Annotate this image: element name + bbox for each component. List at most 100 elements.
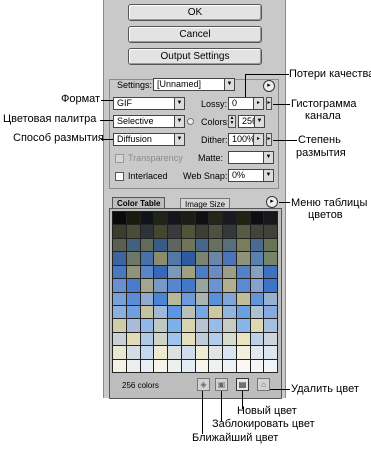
color-swatch[interactable] bbox=[168, 252, 181, 265]
color-swatch[interactable] bbox=[264, 279, 277, 292]
color-swatch[interactable] bbox=[154, 279, 167, 292]
color-swatch[interactable] bbox=[126, 332, 140, 346]
color-swatch[interactable] bbox=[113, 238, 126, 252]
color-swatch[interactable] bbox=[236, 319, 250, 332]
color-swatch[interactable] bbox=[264, 212, 277, 225]
color-swatch[interactable] bbox=[250, 359, 264, 372]
color-swatch[interactable] bbox=[209, 319, 222, 332]
color-swatch[interactable] bbox=[168, 346, 181, 359]
color-swatch[interactable] bbox=[168, 292, 181, 305]
color-swatch[interactable] bbox=[113, 279, 126, 292]
color-swatch[interactable] bbox=[250, 292, 264, 305]
color-swatch[interactable] bbox=[181, 346, 195, 359]
color-swatch[interactable] bbox=[168, 279, 181, 292]
transparency-checkbox[interactable] bbox=[115, 154, 124, 163]
color-swatch[interactable] bbox=[195, 319, 209, 332]
color-swatch[interactable] bbox=[181, 332, 195, 346]
color-swatch[interactable] bbox=[140, 346, 154, 359]
color-swatch[interactable] bbox=[154, 238, 167, 252]
color-swatch[interactable] bbox=[181, 292, 195, 305]
color-swatch[interactable] bbox=[264, 265, 277, 279]
color-swatch[interactable] bbox=[113, 292, 126, 305]
color-swatch[interactable] bbox=[195, 225, 209, 238]
color-swatch[interactable] bbox=[195, 252, 209, 265]
color-swatch[interactable] bbox=[140, 279, 154, 292]
color-swatch[interactable] bbox=[223, 359, 236, 372]
color-swatch[interactable] bbox=[236, 252, 250, 265]
ok-button[interactable]: OK bbox=[128, 4, 262, 21]
color-swatch[interactable] bbox=[140, 238, 154, 252]
slider-arrow-icon[interactable]: ▸ bbox=[253, 98, 263, 109]
color-swatch[interactable] bbox=[195, 305, 209, 319]
color-swatch[interactable] bbox=[168, 265, 181, 279]
color-swatch[interactable] bbox=[223, 346, 236, 359]
color-swatch[interactable] bbox=[250, 346, 264, 359]
color-swatch[interactable] bbox=[195, 238, 209, 252]
color-swatch[interactable] bbox=[113, 265, 126, 279]
lock-icon[interactable]: ▣ bbox=[215, 378, 228, 391]
color-swatch[interactable] bbox=[113, 212, 126, 225]
color-swatch[interactable] bbox=[209, 225, 222, 238]
colors-stepper[interactable]: ▲ ▼ bbox=[228, 115, 236, 128]
color-swatch[interactable] bbox=[236, 279, 250, 292]
color-swatch[interactable] bbox=[168, 238, 181, 252]
lossy-field[interactable]: 0 ▸ bbox=[228, 97, 264, 110]
histogram-toggle-icon[interactable]: ▸ bbox=[266, 97, 272, 110]
color-swatch[interactable] bbox=[264, 359, 277, 372]
color-swatch[interactable] bbox=[126, 279, 140, 292]
color-swatch[interactable] bbox=[154, 359, 167, 372]
color-swatch[interactable] bbox=[154, 212, 167, 225]
color-swatch[interactable] bbox=[154, 225, 167, 238]
color-swatch[interactable] bbox=[168, 305, 181, 319]
color-swatch[interactable] bbox=[264, 305, 277, 319]
color-swatch[interactable] bbox=[154, 265, 167, 279]
color-swatch[interactable] bbox=[126, 359, 140, 372]
color-swatch[interactable] bbox=[195, 332, 209, 346]
color-swatch[interactable] bbox=[140, 292, 154, 305]
color-swatch[interactable] bbox=[264, 332, 277, 346]
color-swatch[interactable] bbox=[126, 265, 140, 279]
color-swatch[interactable] bbox=[236, 346, 250, 359]
color-swatch[interactable] bbox=[168, 332, 181, 346]
color-swatch[interactable] bbox=[126, 305, 140, 319]
color-swatch[interactable] bbox=[250, 238, 264, 252]
color-swatch[interactable] bbox=[113, 346, 126, 359]
color-swatch[interactable] bbox=[154, 252, 167, 265]
color-swatch[interactable] bbox=[223, 265, 236, 279]
interlaced-checkbox[interactable] bbox=[115, 172, 124, 181]
color-swatch[interactable] bbox=[209, 252, 222, 265]
color-swatch[interactable] bbox=[181, 359, 195, 372]
color-swatch[interactable] bbox=[264, 292, 277, 305]
color-swatch[interactable] bbox=[181, 319, 195, 332]
color-swatch[interactable] bbox=[140, 359, 154, 372]
new-color-icon[interactable]: ▤ bbox=[236, 378, 249, 391]
matte-select[interactable]: ▼ bbox=[228, 151, 274, 164]
color-swatch[interactable] bbox=[250, 225, 264, 238]
color-swatch[interactable] bbox=[113, 332, 126, 346]
color-swatch[interactable] bbox=[126, 346, 140, 359]
color-swatch[interactable] bbox=[250, 319, 264, 332]
color-swatch[interactable] bbox=[236, 292, 250, 305]
color-swatch[interactable] bbox=[250, 332, 264, 346]
color-swatch[interactable] bbox=[236, 265, 250, 279]
color-swatch[interactable] bbox=[181, 225, 195, 238]
color-swatch[interactable] bbox=[140, 212, 154, 225]
color-swatch[interactable] bbox=[209, 359, 222, 372]
color-swatch[interactable] bbox=[126, 225, 140, 238]
color-swatch[interactable] bbox=[113, 252, 126, 265]
color-swatch[interactable] bbox=[209, 292, 222, 305]
color-swatch[interactable] bbox=[154, 332, 167, 346]
color-swatch[interactable] bbox=[195, 212, 209, 225]
color-swatch[interactable] bbox=[126, 252, 140, 265]
color-swatch[interactable] bbox=[236, 212, 250, 225]
dither-field[interactable]: 100% ▸ bbox=[228, 133, 264, 146]
color-swatch[interactable] bbox=[181, 305, 195, 319]
color-table-menu-icon[interactable]: ▸ bbox=[266, 196, 278, 208]
web-shift-icon[interactable]: ◈ bbox=[197, 378, 210, 391]
color-swatch[interactable] bbox=[236, 332, 250, 346]
color-swatch[interactable] bbox=[223, 332, 236, 346]
color-swatch[interactable] bbox=[140, 252, 154, 265]
color-swatch[interactable] bbox=[209, 305, 222, 319]
color-swatch[interactable] bbox=[154, 346, 167, 359]
color-swatch[interactable] bbox=[195, 279, 209, 292]
